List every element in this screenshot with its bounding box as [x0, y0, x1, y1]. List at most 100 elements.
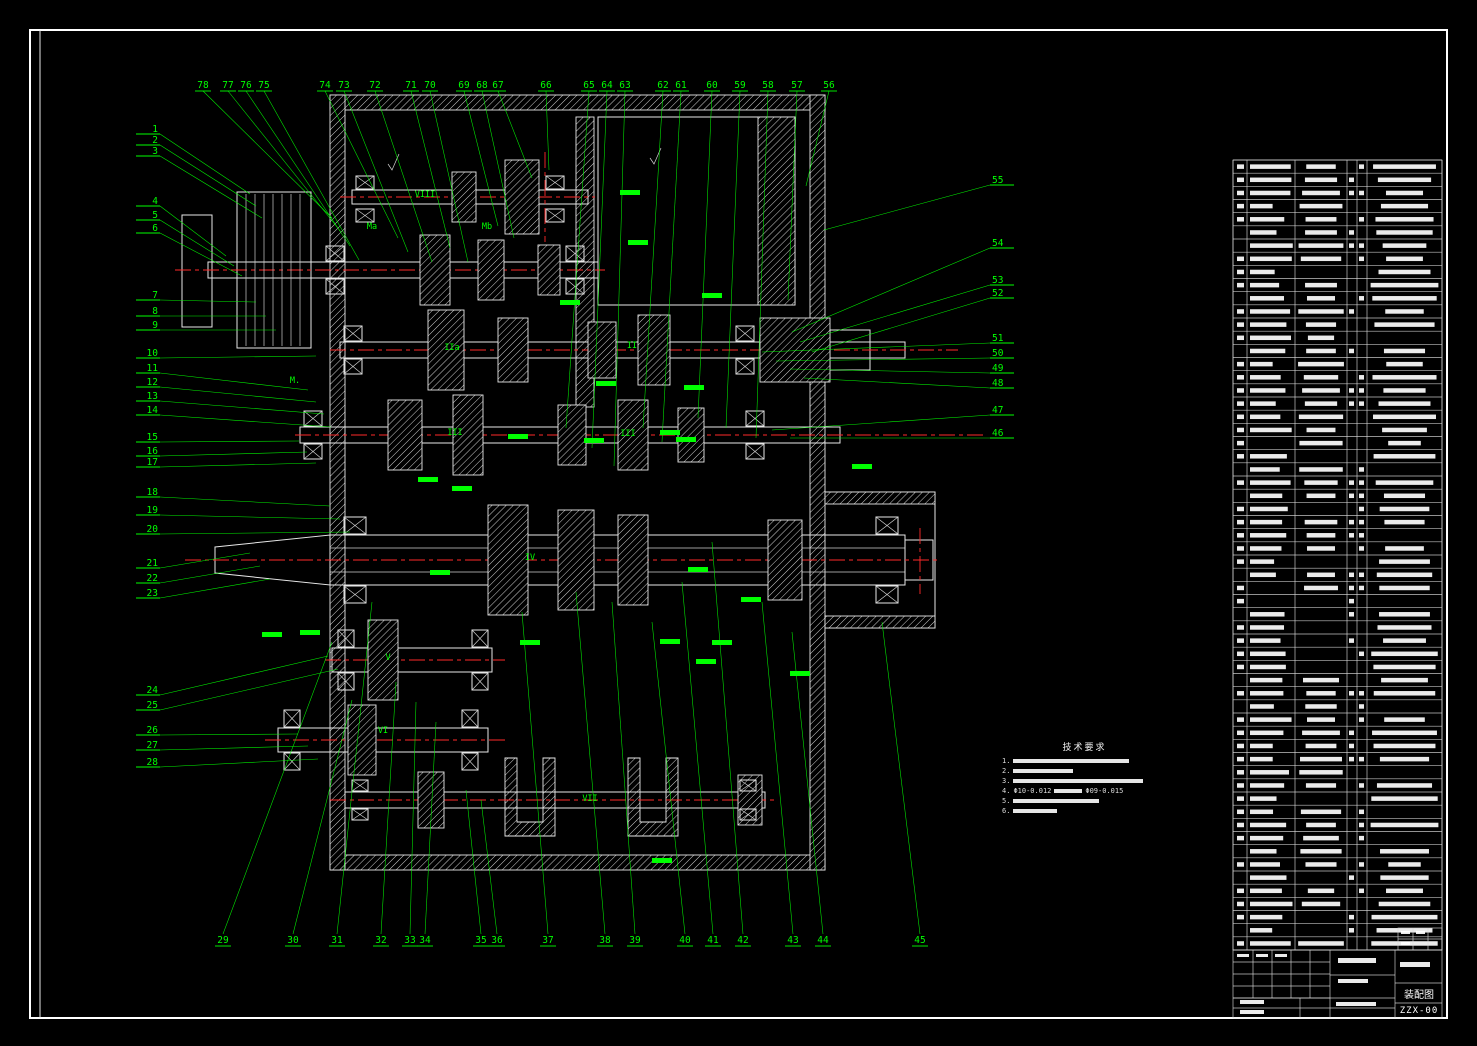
part-number-label: 14	[147, 405, 159, 416]
shaft-label: III	[620, 429, 635, 439]
table-cell-text-bar	[1359, 296, 1364, 301]
table-cell-text-bar	[1385, 309, 1424, 314]
table-cell-text-bar	[1349, 730, 1354, 736]
part-number-label: 73	[338, 80, 349, 91]
table-cell-text-bar	[1237, 361, 1244, 367]
part-number-label: 54	[992, 238, 1004, 249]
table-cell-text-bar	[1237, 862, 1244, 867]
tech-requirement-line: 2.	[1002, 766, 1167, 776]
table-cell-text-bar	[1349, 743, 1354, 749]
table-cell-text-bar	[1250, 928, 1273, 933]
table-cell-text-bar	[1349, 612, 1354, 617]
part-number-label: 22	[147, 573, 158, 584]
table-cell-text-bar	[1375, 217, 1434, 222]
table-cell-text-bar	[1250, 375, 1281, 380]
leader-line	[575, 591, 606, 935]
drawing-number: ZZX-00	[1399, 1006, 1439, 1016]
gear-section	[617, 514, 649, 606]
table-cell-text-bar	[1250, 743, 1273, 749]
table-cell-text-bar	[1237, 256, 1244, 262]
shaft-label: VI	[378, 726, 388, 736]
leader-line	[159, 386, 317, 403]
table-cell-text-bar	[1250, 875, 1287, 880]
table-cell-text-bar	[1359, 546, 1364, 551]
leader-line	[159, 414, 332, 428]
table-cell-text-bar	[1359, 493, 1364, 499]
leader-line	[159, 451, 308, 457]
table-cell-text-bar	[1359, 190, 1364, 196]
table-cell-text-bar	[1385, 190, 1424, 196]
table-cell-text-bar	[1237, 533, 1244, 538]
dimension-text-bar	[520, 640, 540, 645]
table-cell-text-bar	[1250, 230, 1277, 235]
dimension-text-bar	[741, 597, 761, 602]
table-cell-text-bar	[1306, 493, 1336, 499]
table-cell-text-bar	[1307, 546, 1335, 551]
table-cell-text-bar	[1250, 704, 1274, 709]
table-cell-text-bar	[1305, 322, 1337, 327]
table-cell-text-bar	[1349, 493, 1354, 499]
table-cell-text-bar	[1250, 625, 1285, 630]
gear-section	[497, 317, 529, 383]
table-cell-text-bar	[1359, 480, 1364, 485]
table-cell-text-bar	[1250, 361, 1273, 367]
table-cell-text-bar	[1237, 559, 1244, 564]
table-cell-text-bar	[1250, 480, 1291, 485]
dimension-text-bar	[584, 438, 604, 443]
tech-line-text-bar	[1013, 769, 1074, 773]
table-cell-text-bar	[1349, 230, 1354, 235]
part-number-label: 20	[147, 524, 159, 535]
table-cell-text-bar	[1349, 309, 1354, 314]
part-number-label: 61	[675, 80, 687, 91]
dimension-text-bar	[430, 570, 450, 575]
table-cell-text-bar	[1306, 533, 1336, 538]
table-cell-text-bar	[1375, 480, 1434, 485]
part-number-label: 53	[992, 275, 1003, 286]
leader-line	[202, 90, 333, 219]
table-cell-text-bar	[1299, 770, 1343, 775]
part-number-label: 75	[258, 80, 269, 91]
table-cell-text-bar	[1237, 664, 1244, 670]
shaft-label: IV	[525, 553, 535, 563]
leader-line	[651, 621, 686, 935]
table-cell-text-bar	[1359, 388, 1364, 393]
table-cell-text-bar	[1250, 914, 1283, 920]
leader-line	[159, 578, 271, 599]
part-number-label: 28	[147, 757, 159, 768]
table-cell-text-bar	[1359, 651, 1364, 657]
table-cell-text-bar	[1305, 282, 1337, 288]
tech-requirement-line: 6.	[1002, 806, 1167, 816]
table-cell-text-bar	[1388, 440, 1421, 446]
leader-line	[159, 372, 309, 391]
table-cell-text-bar	[1359, 375, 1364, 380]
dimension-text-bar	[696, 659, 716, 664]
table-cell-text-bar	[1383, 348, 1426, 354]
shaft-label: VIII	[415, 190, 435, 200]
gear-section	[419, 234, 451, 306]
shaft-label: III	[447, 428, 462, 438]
tech-requirement-line: 4. Φ10-0.012 Φ09-0.015	[1002, 786, 1167, 796]
part-number-label: 32	[375, 935, 386, 946]
table-cell-text-bar	[1237, 691, 1244, 696]
table-cell-text-bar	[1250, 519, 1283, 525]
table-cell-text-bar	[1237, 638, 1244, 643]
part-number-label: 9	[152, 320, 158, 331]
part-number-label: 77	[222, 80, 233, 91]
title-block-text-bar	[1416, 931, 1425, 934]
table-cell-text-bar	[1250, 533, 1287, 538]
table-cell-text-bar	[1374, 322, 1435, 327]
table-cell-text-bar	[1237, 322, 1244, 327]
leader-line	[159, 144, 257, 207]
cad-canvas[interactable]: 78 77 76 75 74 73 72 71 70 69 68 67 66 65 64 63 62 61 60 59…	[0, 0, 1477, 1046]
title-block-text-bar	[1275, 954, 1287, 957]
table-cell-text-bar	[1237, 203, 1244, 209]
leader-line	[761, 601, 794, 935]
table-cell-text-bar	[1250, 783, 1285, 788]
leader-line	[159, 400, 325, 415]
table-cell-text-bar	[1359, 783, 1364, 788]
table-cell-text-bar	[1379, 506, 1430, 512]
part-number-label: 42	[737, 935, 748, 946]
technical-requirements: 技术要求 1. 2. 3. 4. Φ10-0.012 Φ09-0.015 5. 6.	[1002, 740, 1167, 816]
part-number-label: 29	[217, 935, 229, 946]
title-block-text-bar	[1240, 1010, 1264, 1014]
